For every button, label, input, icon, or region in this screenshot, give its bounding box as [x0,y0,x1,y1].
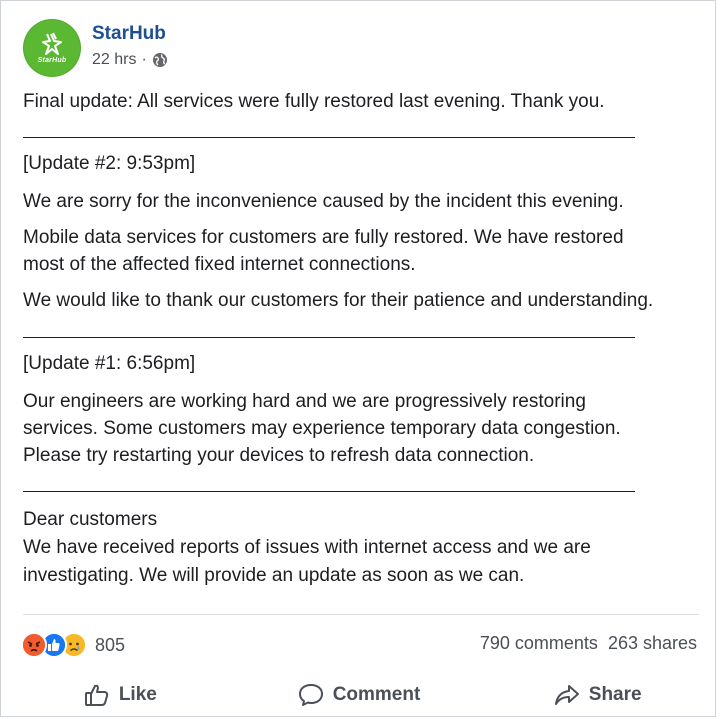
globe-icon[interactable] [152,52,168,68]
like-button[interactable]: Like [1,683,240,707]
share-arrow-icon [554,685,579,705]
update1-heading: [Update #1: 6:56pm] [23,353,196,374]
comment-button[interactable]: Comment [240,683,479,707]
update1-line-2: services. Some customers may experience … [23,418,621,439]
update2-heading: [Update #2: 9:53pm] [23,153,196,174]
update2-paragraph-1: We are sorry for the inconvenience cause… [23,191,624,212]
section-divider [23,491,635,492]
update2-paragraph-2-line-2: most of the affected fixed internet conn… [23,254,416,275]
post-meta: StarHub 22 hrs · [92,23,168,69]
final-update-text: Final update: All services were fully re… [23,91,605,112]
meta-separator: · [141,51,147,68]
post-timestamp[interactable]: 22 hrs [92,51,136,69]
share-button-label: Share [588,684,642,705]
section-divider [23,337,635,338]
update1-line-1: Our engineers are working hard and we ar… [23,391,586,412]
timestamp-row: 22 hrs · [92,51,168,69]
section-divider [23,137,635,138]
comments-count-link[interactable]: 790 comments [480,633,598,654]
engagement-separator [23,614,699,615]
update2-paragraph-2-line-1: Mobile data services for customers are f… [23,227,624,248]
update2-paragraph-3: We would like to thank our customers for… [23,290,654,311]
logo-text: StarHub [37,57,67,64]
reaction-count[interactable]: 805 [95,635,125,656]
update1-line-3: Please try restarting your devices to re… [23,445,535,466]
page-name-link[interactable]: StarHub [92,23,166,45]
post-actions-bar: Like Comment Share [1,683,715,707]
comment-bubble-icon [298,684,323,706]
post-header: StarHub StarHub 22 hrs · [23,19,168,79]
engagement-stats: 790 comments 263 shares [480,633,697,654]
reactions-summary[interactable]: 805 [21,632,125,658]
starhub-star-logo-icon [42,32,62,55]
dear-customers-line-3: investigating. We will provide an update… [23,565,525,586]
dear-customers-line-1: Dear customers [23,509,158,530]
comment-button-label: Comment [332,684,421,705]
shares-count-link[interactable]: 263 shares [608,633,697,654]
share-button[interactable]: Share [478,683,715,707]
dear-customers-line-2: We have received reports of issues with … [23,537,591,558]
angry-reaction-icon [21,632,47,658]
thumbs-up-icon [84,684,109,706]
facebook-post: StarHub StarHub 22 hrs · Final update: A… [0,0,716,717]
like-button-label: Like [118,684,157,705]
page-avatar[interactable]: StarHub [23,19,81,77]
